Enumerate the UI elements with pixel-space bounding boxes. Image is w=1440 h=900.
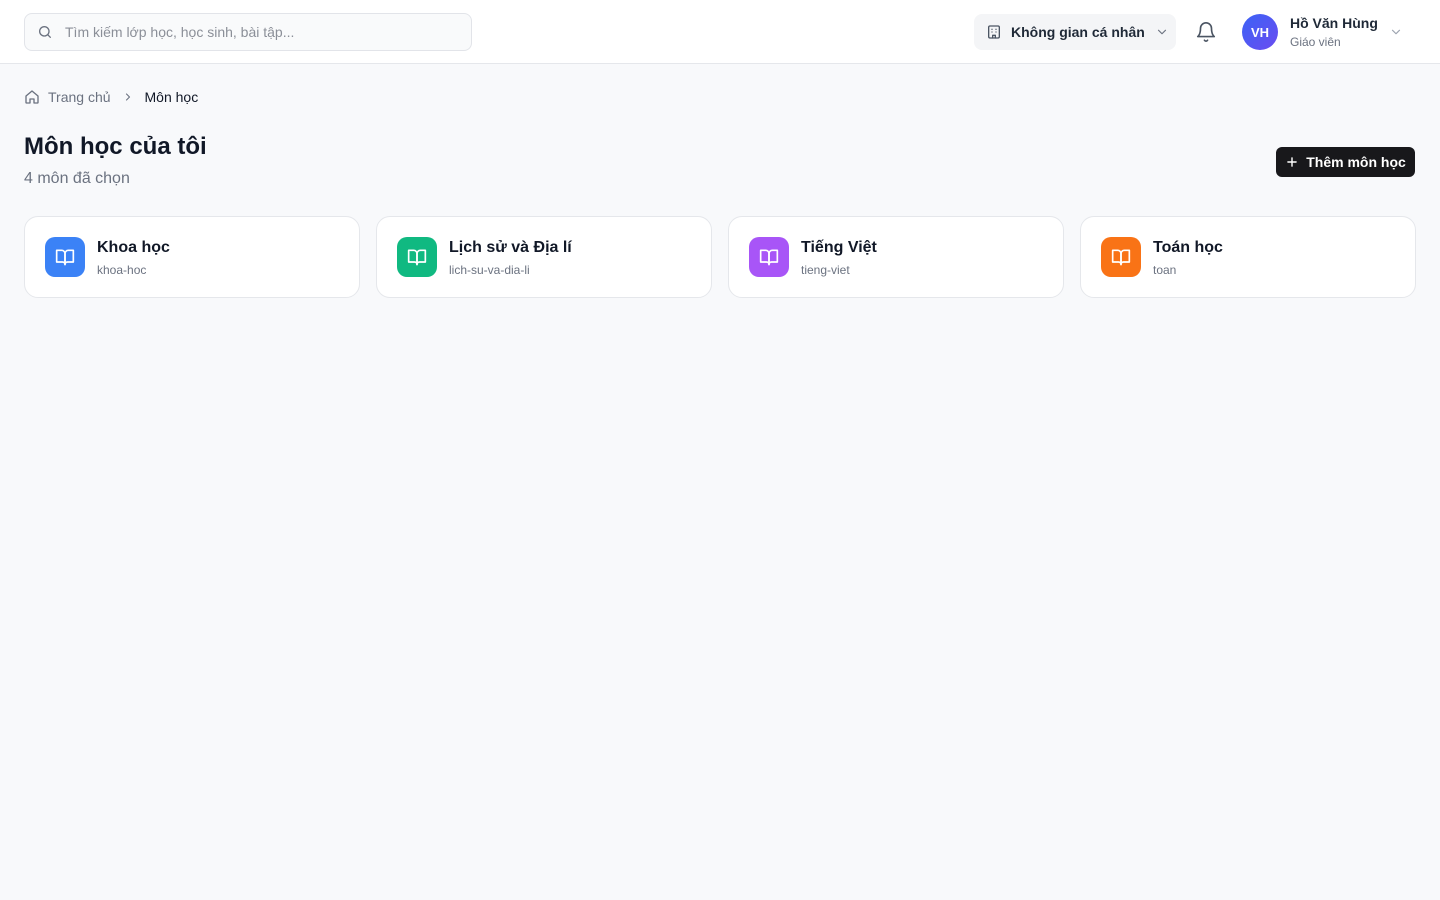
breadcrumb-home-link[interactable]: Trang chủ [48,89,111,105]
search-input[interactable] [65,24,445,40]
subject-card[interactable]: Toán học toan [1080,216,1416,298]
workspace-switcher[interactable]: Không gian cá nhân [974,14,1176,50]
home-icon [24,89,40,105]
user-name: Hồ Văn Hùng [1290,15,1378,31]
book-open-icon [749,237,789,277]
subject-card[interactable]: Khoa học khoa-hoc [24,216,360,298]
search-box[interactable] [24,13,472,51]
workspace-label: Không gian cá nhân [1011,24,1145,40]
breadcrumb: Trang chủ Môn học [24,89,198,105]
subject-name: Khoa học [97,239,170,256]
page-subtitle: 4 môn đã chọn [24,170,130,187]
breadcrumb-current: Môn học [144,89,199,105]
subject-slug: toan [1153,263,1177,277]
subject-list: Khoa học khoa-hoc Lịch sử và Địa lí lich… [24,216,1416,298]
subject-name: Lịch sử và Địa lí [449,239,572,256]
subject-slug: tieng-viet [801,263,850,277]
plus-icon [1285,155,1299,169]
bell-icon[interactable] [1195,21,1217,43]
chevron-right-icon [122,91,134,103]
subject-name: Toán học [1153,239,1223,256]
add-subject-label: Thêm môn học [1306,154,1406,170]
chevron-down-icon[interactable] [1389,25,1403,39]
subject-card[interactable]: Tiếng Việt tieng-viet [728,216,1064,298]
building-icon [986,24,1002,40]
add-subject-button[interactable]: Thêm môn học [1276,147,1415,177]
book-open-icon [1101,237,1141,277]
subject-slug: lich-su-va-dia-li [449,263,530,277]
search-icon [37,24,53,40]
top-bar: Không gian cá nhân VH Hồ Văn Hùng Giáo v… [0,0,1440,64]
book-open-icon [397,237,437,277]
subject-slug: khoa-hoc [97,263,147,277]
book-open-icon [45,237,85,277]
subject-card[interactable]: Lịch sử và Địa lí lich-su-va-dia-li [376,216,712,298]
page-title: Môn học của tôi [24,133,207,160]
chevron-down-icon [1155,25,1169,39]
subject-name: Tiếng Việt [801,239,877,256]
avatar[interactable]: VH [1242,14,1278,50]
user-role: Giáo viên [1290,35,1341,49]
